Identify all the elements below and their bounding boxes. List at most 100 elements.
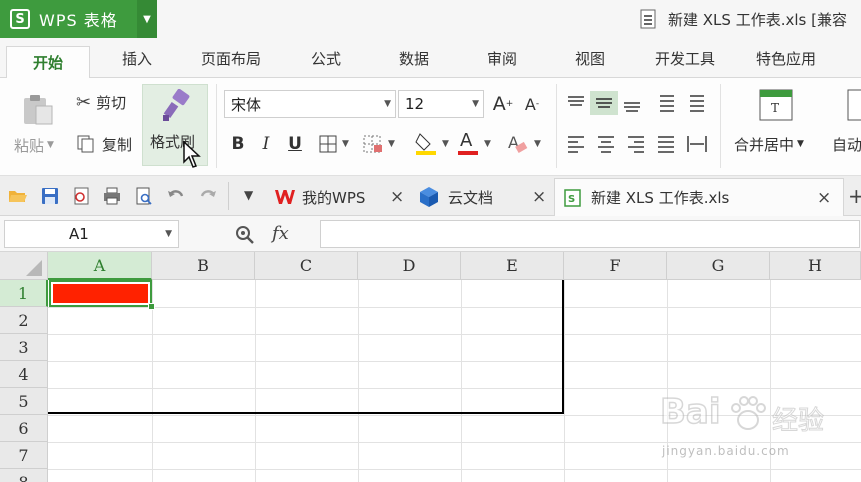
name-box-value: A1	[69, 225, 89, 243]
export-pdf-icon[interactable]	[72, 186, 92, 206]
close-icon[interactable]: ×	[532, 187, 546, 207]
save-icon[interactable]	[40, 186, 60, 206]
cut-label: 剪切	[96, 93, 127, 112]
insert-function-icon[interactable]: fx	[272, 223, 289, 244]
cut-button[interactable]: ✂ 剪切	[76, 90, 126, 114]
paw-icon	[731, 396, 766, 430]
row-header-6[interactable]: 6	[0, 415, 48, 442]
chevron-down-icon[interactable]: ▼	[484, 139, 491, 149]
tab-special-features[interactable]: 特色应用	[740, 38, 832, 78]
grid-line	[255, 280, 256, 482]
formula-input[interactable]	[320, 220, 860, 248]
chevron-down-icon[interactable]: ▼	[244, 188, 253, 202]
app-name: WPS 表格	[39, 11, 118, 30]
select-all-corner[interactable]	[0, 252, 48, 280]
tab-review[interactable]: 审阅	[466, 38, 538, 78]
doc-tab-cloud-docs[interactable]: 云文档 ×	[414, 178, 554, 216]
chevron-down-icon[interactable]: ▼	[442, 139, 449, 149]
column-header-g[interactable]: G	[667, 252, 770, 280]
ribbon-toolbar: 粘贴 ▼ ✂ 剪切 复制 格式刷 宋体 ▼ 12 ▼ A + A - B I U…	[0, 78, 861, 176]
tab-data[interactable]: 数据	[378, 38, 450, 78]
select-all-icon	[26, 260, 42, 276]
formula-bar: A1 ▼ fx	[0, 216, 861, 252]
row-header-4[interactable]: 4	[0, 361, 48, 388]
column-header-h[interactable]: H	[770, 252, 861, 280]
open-folder-icon[interactable]	[8, 186, 28, 206]
column-header-b[interactable]: B	[152, 252, 255, 280]
row-header-1[interactable]: 1	[0, 280, 48, 307]
redo-icon[interactable]	[198, 186, 218, 206]
font-name-select[interactable]: 宋体 ▼	[224, 90, 396, 118]
print-preview-icon[interactable]	[134, 186, 154, 206]
row-header-2[interactable]: 2	[0, 307, 48, 334]
column-header-a[interactable]: A	[48, 252, 152, 280]
copy-button[interactable]: 复制	[76, 132, 132, 156]
ribbon-tab-bar: 开始 插入 页面布局 公式 数据 审阅 视图 开发工具 特色应用	[0, 38, 861, 79]
merge-center-icon[interactable]: T	[758, 88, 794, 122]
cell-a1[interactable]	[49, 280, 152, 307]
wps-icon	[275, 190, 295, 204]
chevron-down-icon: ▼	[384, 99, 391, 109]
row-header-8[interactable]: 8	[0, 469, 48, 482]
spreadsheet-icon: S	[564, 188, 581, 207]
font-size-select[interactable]: 12 ▼	[398, 90, 484, 118]
merge-center-button[interactable]: 合并居中 ▼	[734, 132, 804, 156]
bold-button[interactable]: B	[226, 130, 250, 158]
doc-tab-label: 云文档	[448, 188, 494, 207]
wps-app-menu-button[interactable]: S WPS 表格 ▼	[0, 0, 157, 38]
grow-font-icon[interactable]: A +	[490, 90, 516, 118]
column-header-c[interactable]: C	[255, 252, 358, 280]
print-icon[interactable]	[102, 186, 122, 206]
fill-handle[interactable]	[148, 303, 155, 310]
chevron-down-icon[interactable]: ▼	[534, 139, 541, 149]
chevron-down-icon[interactable]: ▼	[388, 139, 395, 149]
tab-page-layout[interactable]: 页面布局	[186, 38, 276, 78]
row-header-5[interactable]: 5	[0, 388, 48, 415]
name-box[interactable]: A1 ▼	[4, 220, 179, 248]
horizontal-alignment-icons[interactable]	[564, 132, 714, 156]
tab-developer-tools[interactable]: 开发工具	[640, 38, 730, 78]
tab-formulas[interactable]: 公式	[290, 38, 362, 78]
chevron-down-icon[interactable]: ▼	[137, 0, 157, 38]
vertical-alignment-icons[interactable]	[564, 90, 714, 116]
watermark-brand: Bai	[659, 391, 721, 433]
document-title-text: 新建 XLS 工作表.xls [兼容	[668, 10, 847, 29]
column-header-d[interactable]: D	[358, 252, 461, 280]
chevron-down-icon[interactable]: ▼	[342, 139, 349, 149]
column-header-f[interactable]: F	[564, 252, 667, 280]
new-tab-plus-icon[interactable]: +	[848, 184, 861, 208]
auto-wrap-button[interactable]: 自动	[832, 132, 861, 156]
italic-button[interactable]: I	[254, 130, 278, 158]
borders-icon[interactable]	[318, 134, 338, 154]
fill-color-icon[interactable]	[414, 130, 438, 156]
spreadsheet-file-icon	[640, 9, 656, 29]
paste-button[interactable]: 粘贴 ▼	[14, 134, 54, 156]
cloud-docs-icon	[420, 187, 438, 207]
clear-format-icon[interactable]: A	[506, 132, 530, 156]
close-icon[interactable]: ×	[390, 187, 404, 207]
shrink-font-icon[interactable]: A-	[520, 90, 544, 118]
quick-access-bar: ▼ 我的WPS × 云文档 × S 新建 XLS 工作表.xls × +	[0, 176, 861, 216]
underline-button[interactable]: U	[282, 130, 308, 158]
grid-line	[48, 361, 861, 362]
font-color-letter: A	[460, 130, 473, 151]
close-icon[interactable]: ×	[817, 188, 831, 208]
tab-view[interactable]: 视图	[554, 38, 626, 78]
tab-insert[interactable]: 插入	[100, 38, 174, 78]
toolbar-divider	[720, 84, 721, 168]
chevron-down-icon: ▼	[797, 139, 804, 149]
tab-home[interactable]: 开始	[6, 46, 90, 79]
zoom-search-icon[interactable]	[234, 224, 256, 246]
column-header-e[interactable]: E	[461, 252, 564, 280]
row-header-7[interactable]: 7	[0, 442, 48, 469]
cell-style-icon[interactable]	[362, 134, 384, 154]
quickbar-divider	[228, 182, 229, 210]
wrap-text-icon[interactable]	[846, 88, 861, 122]
doc-tab-new-xls[interactable]: S 新建 XLS 工作表.xls ×	[554, 178, 844, 216]
undo-icon[interactable]	[166, 186, 186, 206]
doc-tab-my-wps[interactable]: 我的WPS ×	[270, 178, 410, 216]
font-size-value: 12	[405, 95, 425, 113]
paste-icon[interactable]	[20, 92, 56, 128]
font-color-button[interactable]: A	[456, 130, 480, 158]
row-header-3[interactable]: 3	[0, 334, 48, 361]
